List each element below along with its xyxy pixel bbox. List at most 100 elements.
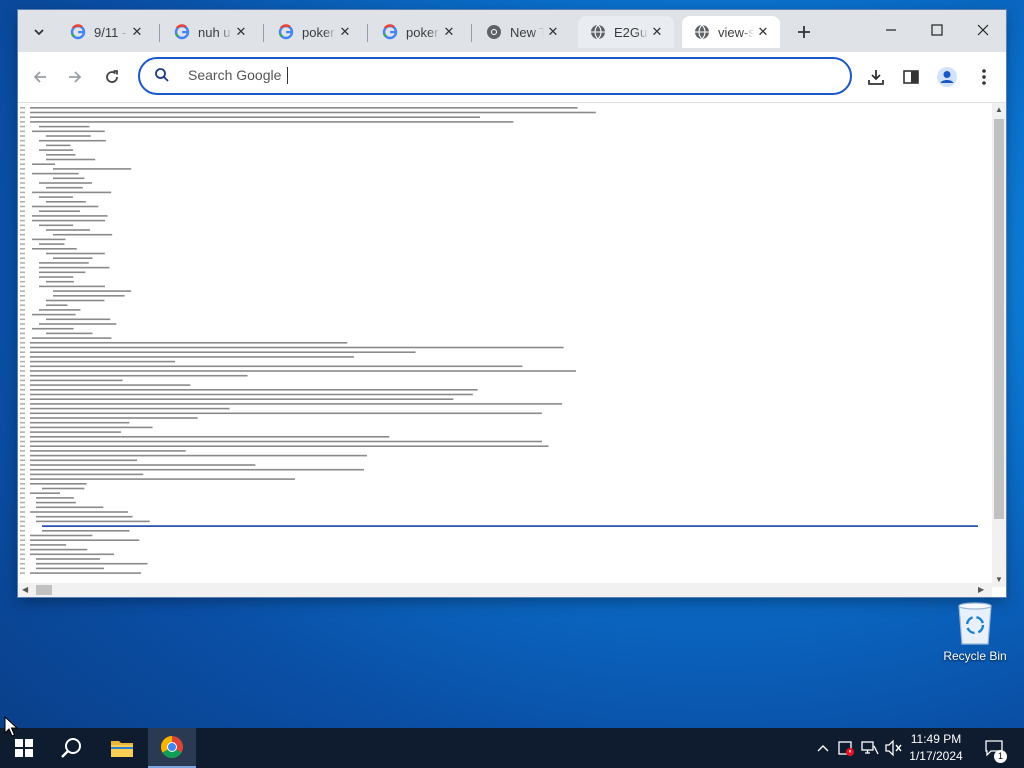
code-line [30, 544, 67, 546]
close-icon[interactable]: ✕ [544, 23, 562, 41]
tab-4[interactable]: poker ✕ [370, 16, 466, 48]
tab-divider [471, 24, 472, 42]
close-icon[interactable]: ✕ [232, 23, 250, 41]
line-number [20, 154, 25, 156]
line-number [20, 450, 25, 452]
code-line [36, 558, 100, 560]
vertical-scrollbar[interactable]: ▲ ▼ [992, 103, 1006, 587]
code-line [30, 116, 481, 118]
tab-5[interactable]: New T ✕ [474, 16, 570, 48]
kebab-menu-icon [982, 69, 986, 85]
close-icon[interactable]: ✕ [754, 23, 772, 41]
code-line [32, 215, 108, 217]
forward-button[interactable] [62, 64, 88, 90]
close-window-button[interactable] [960, 10, 1006, 50]
page-content[interactable] [18, 103, 1006, 597]
tab-search-button[interactable] [26, 19, 52, 45]
code-line [39, 243, 65, 245]
code-line [30, 468, 364, 471]
minimize-button[interactable] [868, 10, 914, 50]
code-line [30, 107, 578, 109]
downloads-button[interactable] [864, 65, 888, 89]
line-number [20, 389, 25, 391]
new-tab-button[interactable] [792, 20, 816, 44]
menu-button[interactable] [972, 65, 996, 89]
line-number [20, 407, 25, 410]
code-line [30, 407, 230, 410]
scroll-up-icon[interactable]: ▲ [995, 105, 1003, 114]
horizontal-scrollbar[interactable]: ◀ ▶ [18, 583, 992, 597]
tab-title: New T [510, 24, 544, 40]
line-number [20, 393, 25, 396]
tab-3[interactable]: poker ✕ [266, 16, 362, 48]
code-line [30, 342, 348, 344]
scrollbar-thumb[interactable] [36, 585, 52, 595]
line-number [20, 567, 25, 570]
line-number [20, 356, 25, 358]
tab-6[interactable]: E2Gua ✕ [578, 16, 674, 48]
close-icon[interactable]: ✕ [336, 23, 354, 41]
tab-1[interactable]: 9/11 - ✕ [58, 16, 154, 48]
close-icon[interactable]: ✕ [440, 23, 458, 41]
code-line [32, 238, 66, 241]
google-g-icon [382, 24, 398, 40]
search-icon [154, 67, 170, 88]
code-line [30, 346, 564, 349]
line-number [20, 370, 25, 372]
close-icon[interactable]: ✕ [128, 23, 146, 41]
line-number [20, 431, 25, 433]
address-bar[interactable]: Search Google [138, 57, 852, 95]
line-number [20, 144, 25, 147]
show-hidden-icons-button[interactable] [814, 728, 832, 768]
code-line [39, 149, 74, 151]
line-number [20, 304, 25, 306]
reload-button[interactable] [99, 64, 125, 90]
scroll-left-icon[interactable]: ◀ [22, 585, 28, 594]
tab-title: 9/11 - [94, 24, 127, 40]
address-placeholder: Search Google [188, 67, 282, 83]
system-clock[interactable]: 11:49 PM 1/17/2024 [906, 731, 966, 765]
side-panel-button[interactable] [899, 65, 923, 89]
line-number [20, 313, 25, 316]
scroll-down-icon[interactable]: ▼ [995, 575, 1003, 584]
code-line [32, 172, 79, 175]
back-button[interactable] [27, 64, 53, 90]
line-number [20, 492, 25, 494]
line-number [20, 158, 25, 161]
code-line [53, 177, 85, 180]
chrome-taskbar-button[interactable] [148, 728, 196, 768]
code-line [30, 436, 390, 438]
scrollbar-thumb[interactable] [994, 119, 1004, 519]
code-line [32, 163, 56, 165]
globe-icon [694, 24, 710, 40]
line-number [20, 191, 25, 194]
volume-tray-icon[interactable] [884, 728, 904, 768]
tab-2[interactable]: nuh u ✕ [162, 16, 258, 48]
profile-button[interactable] [935, 65, 959, 89]
tab-title: poker [302, 24, 335, 40]
recycle-bin[interactable]: Recycle Bin [940, 600, 1010, 663]
maximize-button[interactable] [914, 10, 960, 50]
line-number [20, 501, 25, 504]
security-tray-icon[interactable] [836, 728, 856, 768]
line-number [20, 271, 25, 274]
notifications-button[interactable]: 1 [980, 728, 1008, 768]
file-explorer-button[interactable] [98, 728, 146, 768]
line-number [20, 337, 25, 339]
line-number [20, 257, 25, 259]
close-icon [977, 24, 989, 36]
scroll-right-icon[interactable]: ▶ [978, 585, 984, 594]
line-number [20, 384, 25, 386]
network-tray-icon[interactable] [860, 728, 880, 768]
code-line [46, 229, 91, 231]
line-number [20, 139, 25, 142]
search-button[interactable] [48, 728, 96, 768]
line-number [20, 186, 25, 189]
close-icon[interactable]: ✕ [648, 23, 666, 41]
code-line [30, 459, 138, 462]
code-line [53, 295, 125, 297]
code-line [39, 276, 74, 278]
line-number [20, 426, 25, 429]
tab-7-active[interactable]: view-s ✕ [682, 16, 780, 48]
line-number [20, 248, 25, 250]
